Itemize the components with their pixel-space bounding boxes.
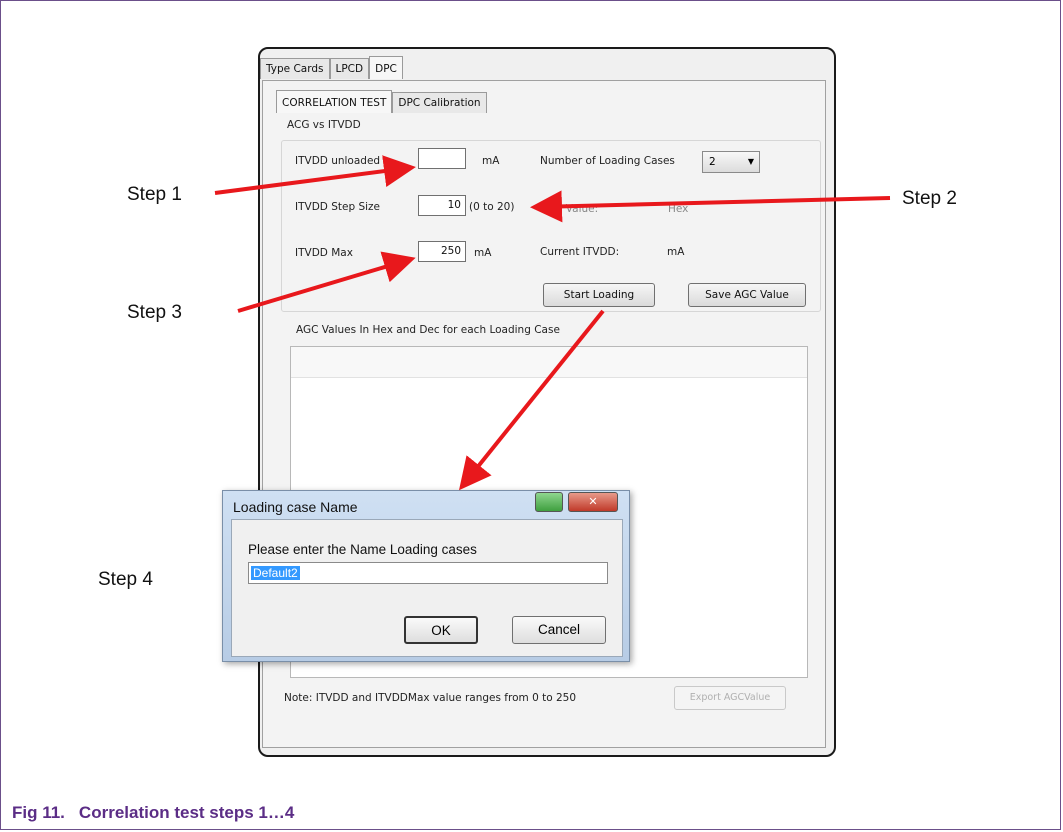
figure-caption: Fig 11. Correlation test steps 1…4 bbox=[12, 803, 294, 823]
step-3-arrow bbox=[237, 251, 416, 313]
annotation-arrows bbox=[214, 155, 891, 491]
figure-caption-text: Correlation test steps 1…4 bbox=[78, 803, 295, 822]
step-2-arrow bbox=[530, 190, 891, 223]
step-1-arrow bbox=[214, 155, 416, 195]
figure-number: Fig 11. bbox=[12, 803, 65, 822]
step-4-arrow bbox=[458, 309, 605, 491]
